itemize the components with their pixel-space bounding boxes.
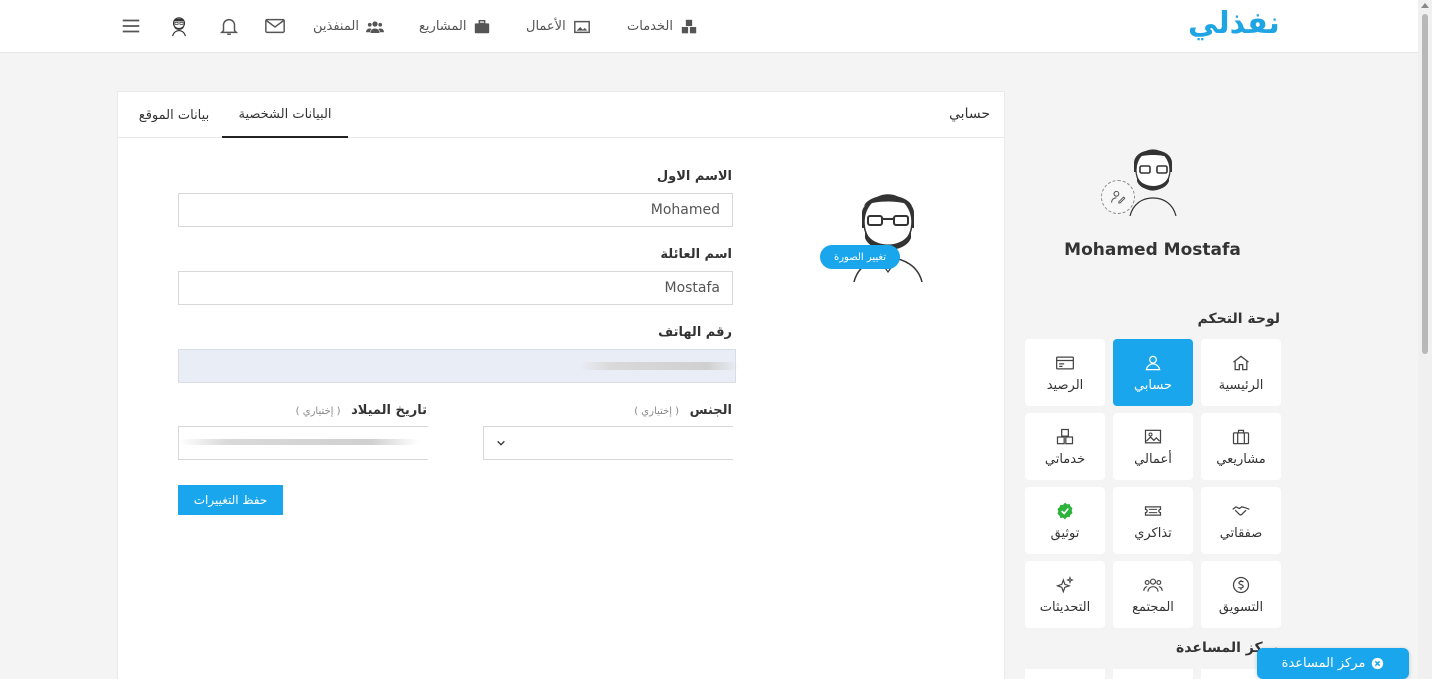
hamburger-icon — [122, 19, 140, 33]
sidebar-item-account[interactable]: حسابي — [1113, 339, 1193, 406]
scroll-up-arrow-icon[interactable] — [1421, 3, 1429, 8]
ticket-icon — [1144, 505, 1162, 516]
card-header: حسابي البيانات الشخصية بيانات الموقع — [118, 92, 1004, 138]
help-center-button[interactable]: مركز المساعدة — [1257, 648, 1409, 679]
messages-button[interactable] — [262, 13, 288, 39]
first-name-value: Mohamed — [650, 202, 720, 218]
page-scrollbar[interactable] — [1418, 0, 1432, 679]
sidebar-item-my-works[interactable]: أعمالي — [1113, 413, 1193, 480]
sidebar-item-balance[interactable]: الرصيد — [1025, 339, 1105, 406]
image-icon — [1144, 429, 1162, 443]
handshake-icon — [1232, 505, 1250, 516]
image-gallery-icon — [573, 20, 590, 33]
verified-icon — [1057, 502, 1073, 519]
phone-label: رقم الهاتف — [658, 325, 732, 340]
first-name-label: الاسم الاول — [656, 169, 732, 184]
sidebar-item-label: التسويق — [1218, 599, 1264, 615]
wallet-icon — [1056, 356, 1074, 369]
sidebar-item-my-services[interactable]: خدماتي — [1025, 413, 1105, 480]
sidebar-item-label: مشاريعي — [1216, 451, 1266, 467]
gender-optional-hint: ( إختياري ) — [634, 406, 680, 417]
sidebar-item-home[interactable]: الرئيسية — [1201, 339, 1281, 406]
boxes-icon — [681, 19, 697, 33]
boxes-icon — [1056, 428, 1074, 444]
community-icon — [1143, 578, 1163, 592]
sidebar-item-label: الرئيسية — [1218, 377, 1264, 393]
sidebar-avatar — [1100, 140, 1190, 220]
nav-projects[interactable]: المشاريع — [419, 0, 491, 53]
sidebar-item-marketing[interactable]: التسويق — [1201, 561, 1281, 628]
menu-button[interactable] — [118, 13, 144, 39]
sidebar-user-name: Mohamed Mostafa — [1064, 240, 1241, 260]
birthdate-label: تاريخ الميلاد ( إختياري ) — [296, 403, 427, 418]
sidebar-item-label: أعمالي — [1134, 451, 1172, 467]
tab-location-data[interactable]: بيانات الموقع — [124, 92, 224, 138]
sidebar-item-my-deals[interactable]: صفقاتي — [1201, 487, 1281, 554]
sparkle-icon — [1055, 575, 1074, 593]
nav-works-label: الأعمال — [526, 19, 566, 34]
gender-label-text: الجنس — [689, 403, 732, 418]
users-icon — [365, 20, 384, 33]
last-name-value: Mostafa — [664, 280, 720, 296]
phone-field[interactable] — [178, 349, 739, 383]
sidebar-item-label: خدماتي — [1044, 451, 1086, 467]
sidebar-item-label: التحديثات — [1039, 599, 1091, 615]
avatar — [172, 17, 186, 37]
nav-freelancers-label: المنفذين — [313, 19, 359, 34]
birthdate-field[interactable] — [178, 426, 428, 460]
gender-label: الجنس ( إختياري ) — [634, 403, 732, 418]
nav-projects-label: المشاريع — [419, 19, 467, 34]
nav-services[interactable]: الخدمات — [627, 0, 698, 53]
sidebar-item-label: المجتمع — [1132, 599, 1174, 615]
briefcase-icon — [475, 19, 490, 33]
sidebar-item-label: توثيق — [1050, 525, 1080, 541]
sidebar-item-label: تذاكري — [1134, 525, 1172, 541]
sidebar-item-updates[interactable]: التحديثات — [1025, 561, 1105, 628]
birthdate-optional-hint: ( إختياري ) — [295, 406, 341, 417]
envelope-icon — [265, 18, 285, 34]
bell-icon — [219, 18, 239, 35]
scrollbar-thumb[interactable] — [1422, 14, 1428, 354]
account-card: حسابي البيانات الشخصية بيانات الموقع تغي… — [117, 91, 1005, 679]
edit-profile-icon[interactable] — [1101, 180, 1135, 214]
dollar-icon — [1232, 576, 1250, 593]
home-icon — [1233, 355, 1249, 370]
birthdate-redacted — [179, 439, 419, 445]
user-avatar-button[interactable] — [166, 13, 192, 39]
tab-personal-data[interactable]: البيانات الشخصية — [222, 92, 348, 138]
birthdate-label-text: تاريخ الميلاد — [351, 403, 427, 418]
last-name-field[interactable]: Mostafa — [178, 271, 733, 305]
site-logo[interactable]: نفذلي — [1188, 6, 1281, 41]
nav-services-label: الخدمات — [627, 19, 673, 34]
help-tiles-peek — [1025, 669, 1281, 679]
nav-works[interactable]: الأعمال — [526, 0, 591, 53]
save-changes-button[interactable]: حفظ التغييرات — [178, 485, 283, 515]
sidebar-item-my-tickets[interactable]: تذاكري — [1113, 487, 1193, 554]
phone-redacted — [579, 362, 739, 370]
last-name-label: اسم العائلة — [660, 247, 732, 262]
close-circle-icon[interactable] — [1371, 657, 1384, 670]
briefcase-icon — [1232, 429, 1250, 444]
sidebar-item-my-projects[interactable]: مشاريعي — [1201, 413, 1281, 480]
change-photo-button[interactable]: تغيير الصورة — [820, 245, 900, 269]
user-edit-icon — [1111, 190, 1126, 204]
sidebar-item-label: صفقاتي — [1219, 525, 1263, 541]
notifications-button[interactable] — [216, 13, 242, 39]
sidebar-item-verification[interactable]: توثيق — [1025, 487, 1105, 554]
dashboard-heading: لوحة التحكم — [1197, 311, 1280, 327]
chevron-down-icon — [497, 440, 505, 446]
gender-select[interactable] — [483, 426, 733, 460]
top-navbar: نفذلي الخدمات الأعمال المشاريع المنفذين — [0, 0, 1418, 53]
sidebar-item-label: حسابي — [1133, 377, 1173, 393]
nav-freelancers[interactable]: المنفذين — [313, 0, 384, 53]
sidebar-item-community[interactable]: المجتمع — [1113, 561, 1193, 628]
first-name-field[interactable]: Mohamed — [178, 193, 733, 227]
sidebar-item-label: الرصيد — [1046, 377, 1084, 393]
user-icon — [1145, 355, 1161, 370]
card-title: حسابي — [949, 106, 990, 122]
help-center-label: مركز المساعدة — [1281, 656, 1366, 671]
